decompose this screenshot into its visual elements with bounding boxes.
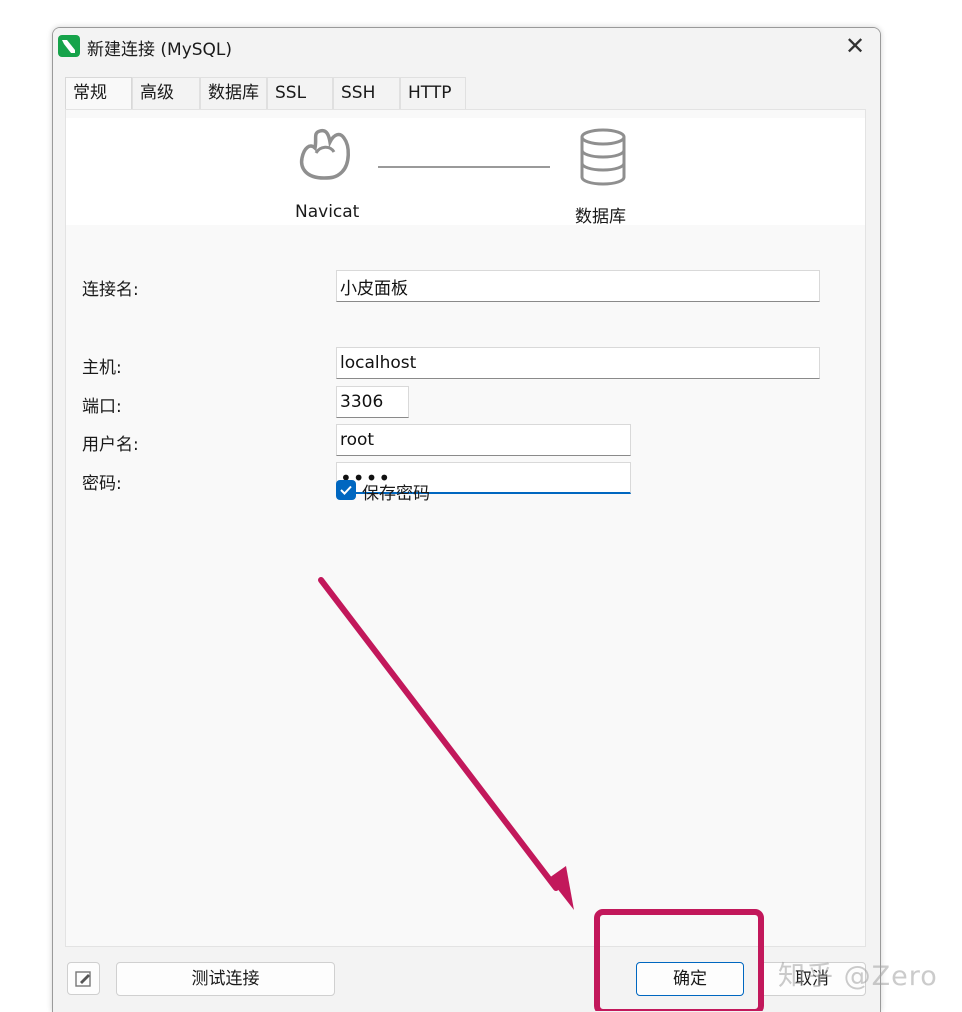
tab-ssl[interactable]: SSL xyxy=(267,77,333,109)
tab-advanced[interactable]: 高级 xyxy=(132,77,200,109)
password-label: 密码: xyxy=(82,474,122,494)
host-label: 主机: xyxy=(82,358,122,378)
navicat-app-icon xyxy=(58,35,80,57)
banner-database-label: 数据库 xyxy=(575,207,626,227)
connection-name-input[interactable] xyxy=(336,270,820,302)
tab-general[interactable]: 常规 xyxy=(65,77,132,109)
tab-databases[interactable]: 数据库 xyxy=(200,77,267,109)
connection-dialog: 新建连接 (MySQL) ✕ 常规 高级 数据库 SSL SSH HTTP Na… xyxy=(52,27,881,1012)
username-label: 用户名: xyxy=(82,435,139,455)
navicat-icon xyxy=(299,128,350,180)
save-password-checkbox[interactable] xyxy=(336,480,356,500)
tab-http[interactable]: HTTP xyxy=(400,77,466,109)
test-connection-button[interactable]: 测试连接 xyxy=(116,962,335,996)
save-password-label: 保存密码 xyxy=(362,484,430,504)
watermark: 知乎 @Zero xyxy=(778,961,938,992)
checkmark-icon xyxy=(340,485,352,495)
close-icon[interactable]: ✕ xyxy=(841,31,869,61)
banner-connector-line xyxy=(378,166,550,168)
title-bar: 新建连接 (MySQL) ✕ xyxy=(53,28,880,64)
window-title: 新建连接 (MySQL) xyxy=(87,40,233,60)
banner-navicat-label: Navicat xyxy=(295,202,360,222)
edit-icon xyxy=(75,971,91,987)
ok-button[interactable]: 确定 xyxy=(636,962,744,996)
username-input[interactable] xyxy=(336,424,631,456)
host-input[interactable] xyxy=(336,347,820,379)
general-panel: Navicat 数据库 连接名: 主机: 端口: 用户名: 密码: 保存密码 xyxy=(65,109,866,947)
connection-banner: Navicat 数据库 xyxy=(66,118,865,227)
database-icon xyxy=(580,128,626,186)
port-input[interactable] xyxy=(336,386,409,418)
port-label: 端口: xyxy=(82,397,122,417)
tab-ssh[interactable]: SSH xyxy=(333,77,400,109)
connection-name-label: 连接名: xyxy=(82,280,139,300)
edit-icon-button[interactable] xyxy=(67,962,100,995)
